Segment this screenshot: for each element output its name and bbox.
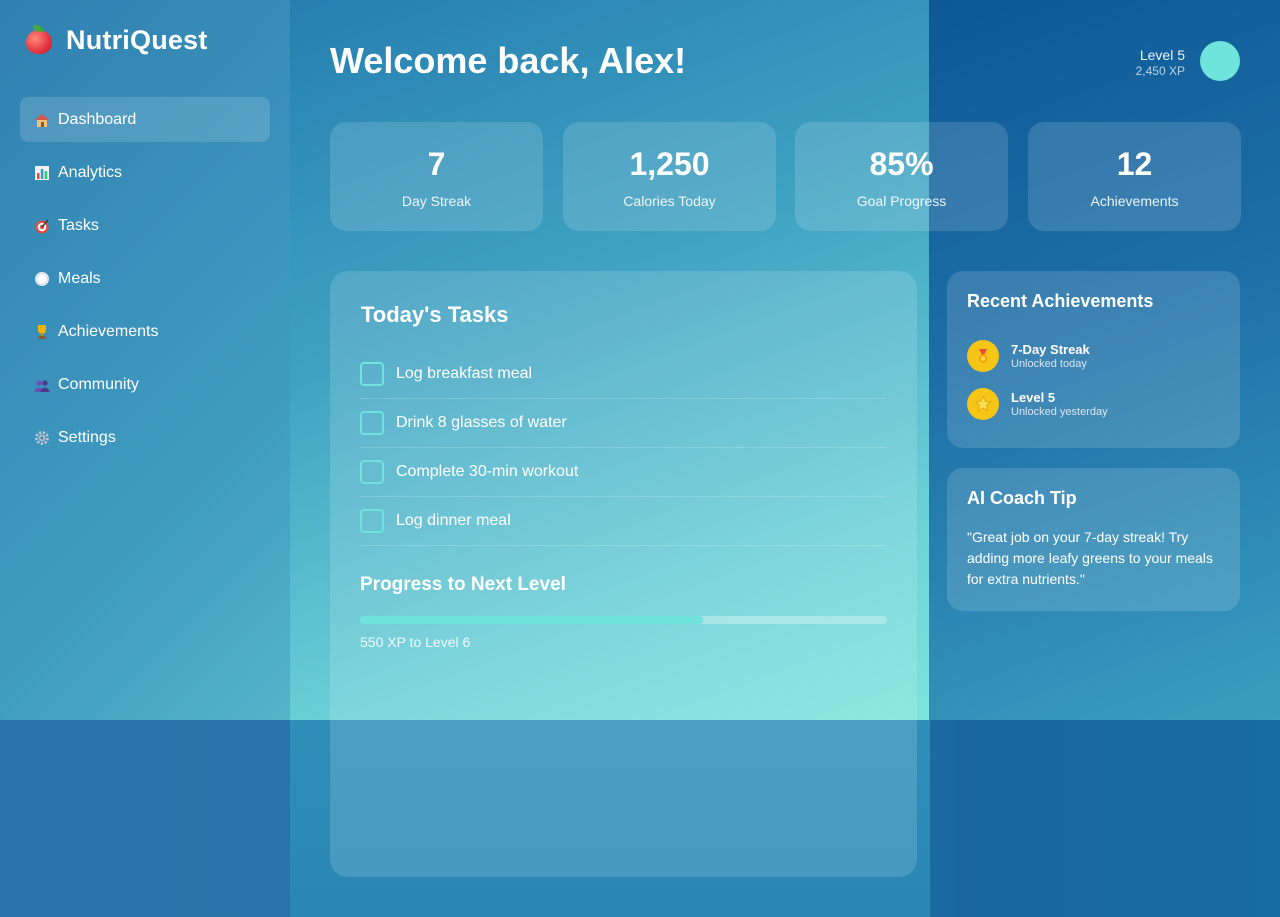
sidebar-item-label: Achievements — [58, 322, 159, 340]
sidebar-item-dashboard[interactable]: Dashboard — [20, 97, 270, 142]
sidebar-item-meals[interactable]: Meals — [20, 256, 270, 301]
progress-title: Progress to Next Level — [360, 574, 566, 595]
user-xp: 2,450 XP — [1135, 64, 1185, 78]
apple-logo-icon — [24, 25, 54, 55]
sidebar-item-community[interactable]: Community — [20, 362, 270, 407]
task-checkbox[interactable] — [360, 509, 384, 533]
stat-value: 85% — [869, 146, 934, 182]
tip-title: AI Coach Tip — [967, 488, 1077, 508]
trophy-icon — [34, 324, 50, 340]
task-list: Log breakfast meal Drink 8 glasses of wa… — [360, 350, 887, 546]
achievement-name: Level 5 — [1011, 390, 1056, 405]
achievement-item[interactable]: Level 5 Unlocked yesterday — [967, 388, 1108, 420]
level-progress-bar — [360, 616, 887, 624]
stat-label: Goal Progress — [856, 193, 947, 209]
achievement-item[interactable]: 7-Day Streak Unlocked today — [967, 340, 1090, 372]
target-icon — [34, 218, 50, 234]
brand[interactable]: NutriQuest — [24, 24, 208, 56]
level-progress-fill — [360, 616, 703, 624]
stat-label: Calories Today — [623, 193, 716, 209]
sidebar-item-achievements[interactable]: Achievements — [20, 309, 270, 354]
sidebar-item-label: Dashboard — [58, 110, 137, 128]
medal-icon — [967, 340, 999, 372]
stat-label: Day Streak — [401, 193, 472, 209]
achievements-panel: Recent Achievements 7-Day Streak Unlocke… — [947, 271, 1240, 448]
user-level: Level 5 — [1139, 47, 1185, 63]
task-item[interactable]: Complete 30-min workout — [360, 448, 887, 497]
stat-card-calories: 1,250 Calories Today — [563, 122, 776, 231]
stat-card-goal: 85% Goal Progress — [795, 122, 1008, 231]
stat-value: 1,250 — [629, 146, 710, 182]
page-title: Welcome back, Alex! — [330, 40, 687, 81]
stat-value: 7 — [427, 146, 446, 182]
ai-coach-tip-panel: AI Coach Tip "Great job on your 7-day st… — [947, 468, 1240, 611]
task-item[interactable]: Log breakfast meal — [360, 350, 887, 399]
bar-chart-icon — [34, 165, 50, 181]
task-label: Complete 30-min workout — [396, 463, 579, 480]
task-checkbox[interactable] — [360, 362, 384, 386]
achievement-name: 7-Day Streak — [1011, 342, 1090, 357]
task-label: Log dinner meal — [396, 512, 511, 529]
gear-icon — [34, 430, 50, 446]
task-label: Log breakfast meal — [396, 365, 533, 382]
sidebar-item-label: Meals — [58, 269, 101, 287]
sidebar-nav: Dashboard Analytics Tasks Meals Achievem… — [20, 97, 270, 468]
star-icon — [967, 388, 999, 420]
sidebar-item-label: Settings — [58, 428, 116, 446]
sidebar-item-label: Tasks — [58, 216, 99, 234]
task-checkbox[interactable] — [360, 460, 384, 484]
task-item[interactable]: Drink 8 glasses of water — [360, 399, 887, 448]
sidebar-item-settings[interactable]: Settings — [20, 415, 270, 460]
sidebar-item-analytics[interactable]: Analytics — [20, 150, 270, 195]
task-checkbox[interactable] — [360, 411, 384, 435]
house-icon — [34, 112, 50, 128]
sidebar-item-tasks[interactable]: Tasks — [20, 203, 270, 248]
achievement-date: Unlocked today — [1011, 358, 1087, 370]
sidebar-item-label: Community — [58, 375, 139, 393]
user-level-info: Level 5 2,450 XP — [1136, 47, 1185, 78]
progress-caption: 550 XP to Level 6 — [360, 634, 471, 650]
stat-label: Achievements — [1090, 193, 1179, 209]
tasks-panel: Today's Tasks Log breakfast meal Drink 8… — [330, 271, 917, 877]
tasks-title: Today's Tasks — [361, 302, 509, 327]
task-label: Drink 8 glasses of water — [396, 414, 567, 431]
tip-text: "Great job on your 7-day streak! Try add… — [967, 529, 1213, 587]
people-icon — [34, 377, 50, 393]
stat-value: 12 — [1116, 146, 1153, 182]
task-item[interactable]: Log dinner meal — [360, 497, 887, 546]
sidebar-item-label: Analytics — [58, 163, 123, 181]
brand-name: NutriQuest — [66, 24, 208, 55]
plate-icon — [34, 271, 50, 287]
stat-card-achievements: 12 Achievements — [1028, 122, 1241, 231]
achievement-date: Unlocked yesterday — [1011, 406, 1108, 418]
avatar[interactable] — [1200, 41, 1240, 81]
stat-card-streak: 7 Day Streak — [330, 122, 543, 231]
achievements-title: Recent Achievements — [967, 291, 1154, 311]
sidebar: NutriQuest Dashboard Analytics Tasks Mea… — [0, 0, 290, 917]
